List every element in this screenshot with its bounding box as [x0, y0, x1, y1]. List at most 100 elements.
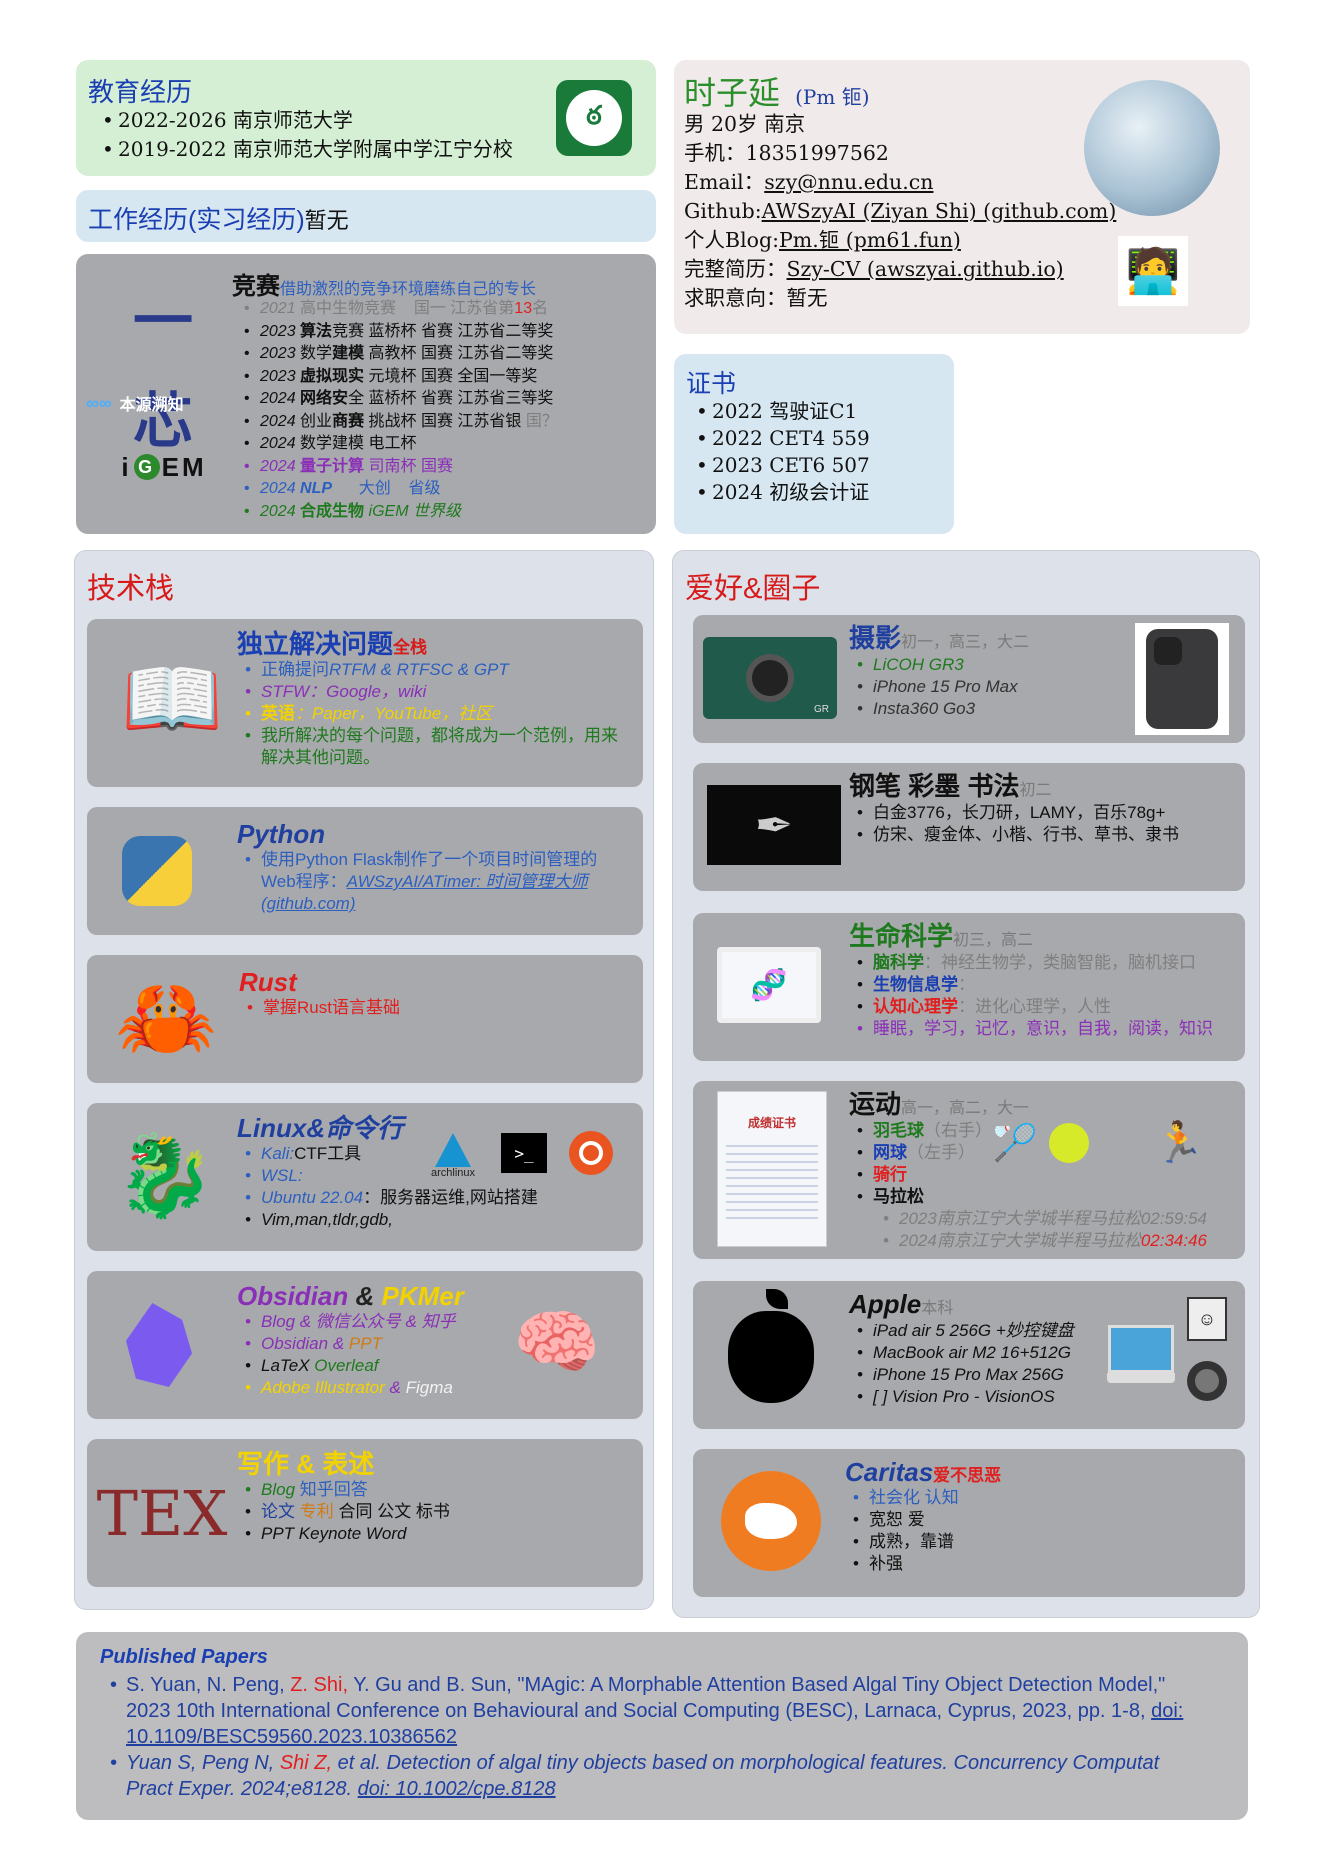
hobby-title: 爱好&圈子	[685, 573, 821, 605]
life-item: 睡眠，学习，记忆，意识，自我，阅读，知识	[855, 1018, 1239, 1040]
contest-item: 2023 数学建模 高教杯 国赛 江苏省二等奖	[242, 343, 558, 366]
fountain-pen-icon: ✒	[707, 785, 841, 865]
obsidian-icon	[117, 1299, 201, 1391]
email-link[interactable]: szy@nnu.edu.cn	[764, 170, 933, 194]
contest-item: 2023 算法竞赛 蓝桥杯 省赛 江苏省二等奖	[242, 321, 558, 344]
apple-note: 本科	[921, 1300, 954, 1317]
yixin-logo: 一芯	[133, 287, 193, 457]
obsidian-item: Blog & 微信公众号 & 知乎	[243, 1311, 497, 1333]
brain-illustration-icon: 🧠	[513, 1303, 601, 1381]
solve-title: 独立解决问题	[237, 629, 394, 659]
python-title: Python	[237, 819, 326, 849]
contests-title: 竞赛	[232, 273, 280, 300]
profile-section: 时子延 (Pm 钷) 男 20岁 南京 手机：18351997562 Email…	[674, 60, 1250, 334]
tech-card-linux: 🐉 Linux&命令行 Kali:CTF工具 WSL: Ubuntu 22.04…	[87, 1103, 643, 1251]
tech-card-python: Python 使用Python Flask制作了一个项目时间管理的Web程序：A…	[87, 807, 643, 935]
badminton-icon: 🏸	[992, 1122, 1038, 1163]
photo-item: Insta360 Go3	[855, 698, 1129, 720]
writing-item: 论文 专利 合同 公文 标书	[243, 1501, 627, 1523]
caritas-item: 补强	[851, 1553, 1225, 1575]
caritas-item: 成熟，靠谱	[851, 1531, 1225, 1553]
papers-section: Published Papers S. Yuan, N. Peng, Z. Sh…	[76, 1632, 1248, 1820]
avatar-icon: 🧑‍💻	[1118, 236, 1188, 306]
python-icon	[113, 827, 201, 915]
paper-doi-link[interactable]: doi: 10.1002/cpe.8128	[358, 1778, 556, 1800]
work-section: 工作经历(实习经历)暂无	[76, 190, 656, 242]
profile-phone: 手机：18351997562	[684, 141, 889, 165]
solve-tag: 全栈	[393, 638, 428, 657]
life-item: 生物信息学：	[855, 974, 1239, 996]
solve-item: 我所解决的每个问题，都将成为一个范例，用来解决其他问题。	[243, 725, 627, 769]
tech-card-rust: 🦀 Rust 掌握Rust语言基础	[87, 955, 643, 1083]
contest-item: 2024 创业商赛 挑战杯 国赛 江苏省银 国？	[242, 411, 558, 434]
contest-item: 2024 数学建模 电工杯	[242, 433, 558, 456]
iphone-icon	[1135, 623, 1229, 735]
tex-logo-icon: TEX	[96, 1476, 228, 1550]
hobby-card-apple: Apple本科 iPad air 5 256G +妙控键盘 MacBook ai…	[693, 1281, 1245, 1429]
pen-title: 钢笔 彩墨 书法	[849, 771, 1020, 801]
caritas-item: 宽恕 爱	[851, 1509, 1225, 1531]
cert-item: 2023 CET6 507	[694, 452, 870, 479]
pen-item: 仿宋、瘦金体、小楷、行书、草书、隶书	[855, 824, 1229, 846]
rust-item: 掌握Rust语言基础	[245, 997, 629, 1019]
caritas-title: Caritas	[845, 1457, 934, 1487]
apple-logo-icon	[715, 1289, 827, 1415]
blog-link[interactable]: Pm.钷 (pm61.fun)	[779, 228, 961, 252]
tech-card-obsidian: Obsidian & PKMer Blog & 微信公众号 & 知乎 Obsid…	[87, 1271, 643, 1419]
marathon-certificate: 成绩证书	[717, 1091, 827, 1247]
macbook-icon	[1107, 1325, 1175, 1405]
contests-subtitle: 借助激烈的竞争环境磨练自己的专长	[280, 281, 537, 298]
tech-card-writing: TEX 写作 & 表述 Blog 知乎回答 论文 专利 合同 公文 标书 PPT…	[87, 1439, 643, 1587]
pen-item: 白金3776，长刀研，LAMY，百乐78g+	[855, 802, 1229, 824]
tech-panel: 技术栈 📖 独立解决问题全栈 正确提问RTFM & RTFSC & GPT ST…	[74, 550, 654, 1610]
book-gears-icon: 📖	[120, 654, 224, 745]
obsidian-item: LaTeX Overleaf	[243, 1355, 497, 1377]
education-list: 2022-2026 南京师范大学 2019-2022 南京师范大学附属中学江宁分…	[100, 106, 513, 164]
mac-classic-icon: ☺	[1187, 1297, 1227, 1341]
python-item: 使用Python Flask制作了一个项目时间管理的Web程序：AWSzyAI/…	[243, 849, 627, 915]
cert-item: 2022 驾驶证C1	[694, 398, 870, 425]
dna-monitor-icon: 🧬	[717, 937, 821, 1033]
github-link[interactable]: AWSzyAI (Ziyan Shi) (github.com)	[762, 199, 1117, 223]
contest-item: 2023 虚拟现实 元境杯 国赛 全国一等奖	[242, 366, 558, 389]
contests-section: 一芯 ∞∞本源溯知 iGEM 竞赛借助激烈的竞争环境磨练自己的专长 2021 高…	[76, 254, 656, 534]
life-note: 初三，高二	[953, 932, 1034, 949]
contest-item: 2024 量子计算 司南杯 国赛	[242, 456, 558, 479]
obsidian-title: Obsidian	[237, 1281, 349, 1311]
education-section: 教育经历 2022-2026 南京师范大学 2019-2022 南京师范大学附属…	[76, 60, 656, 176]
certs-title: 证书	[686, 370, 737, 398]
hobby-card-life: 🧬 生命科学初三，高二 脑科学：神经生物学，类脑智能，脑机接口 生物信息学： 认…	[693, 913, 1245, 1061]
caritas-logo-icon	[721, 1471, 821, 1571]
marathon-record: 2024南京江宁大学城半程马拉松02:34:46	[881, 1230, 1239, 1252]
hobby-card-caritas: Caritas爱不思恶 社会化 认知 宽恕 爱 成熟，靠谱 补强	[693, 1449, 1245, 1597]
runner-icon: 🏃	[1154, 1120, 1204, 1165]
apple-title: Apple	[849, 1289, 922, 1319]
photo-title: 摄影	[849, 623, 902, 653]
writing-title: 写作 & 表述	[237, 1449, 375, 1479]
igem-logo: i G EM	[121, 451, 207, 482]
contest-item: 2024 合成生物 iGEM 世界级	[242, 501, 558, 524]
archlinux-label: archlinux	[430, 1167, 476, 1179]
ubuntu-icon	[569, 1131, 613, 1175]
obsidian-item: Adobe Illustrator & Figma	[243, 1377, 497, 1399]
sport-item: 马拉松	[855, 1186, 1239, 1208]
marathon-record: 2023南京江宁大学城半程马拉松02:59:54	[881, 1208, 1239, 1230]
profile-cv: 完整简历：Szy-CV (awszyai.github.io)	[684, 257, 1064, 281]
pen-note: 初二	[1019, 782, 1052, 799]
rust-title: Rust	[239, 967, 297, 997]
camera-icon: GR	[703, 637, 837, 719]
hobby-card-pen: ✒ 钢笔 彩墨 书法初二 白金3776，长刀研，LAMY，百乐78g+ 仿宋、瘦…	[693, 763, 1245, 891]
profile-github: Github:AWSzyAI (Ziyan Shi) (github.com)	[684, 199, 1117, 223]
profile-nick: (Pm 钷)	[795, 85, 870, 109]
profile-photo	[1084, 80, 1220, 216]
linux-item: Ubuntu 22.04：服务器运维,网站搭建	[243, 1187, 627, 1209]
rust-crab-icon: 🦀	[114, 973, 218, 1064]
tech-title: 技术栈	[87, 573, 175, 605]
cert-item: 2022 CET4 559	[694, 425, 870, 452]
origin-logo-text: 本源溯知	[119, 397, 184, 414]
solve-item: STFW：Google，wiki	[243, 681, 627, 703]
profile-email: Email：szy@nnu.edu.cn	[684, 170, 934, 194]
linux-item: Vim,man,tldr,gdb,	[243, 1209, 627, 1231]
cv-link[interactable]: Szy-CV (awszyai.github.io)	[787, 257, 1064, 281]
hobby-card-photo: GR 摄影初一，高三，大二 LiCOH GR3 iPhone 15 Pro Ma…	[693, 615, 1245, 743]
